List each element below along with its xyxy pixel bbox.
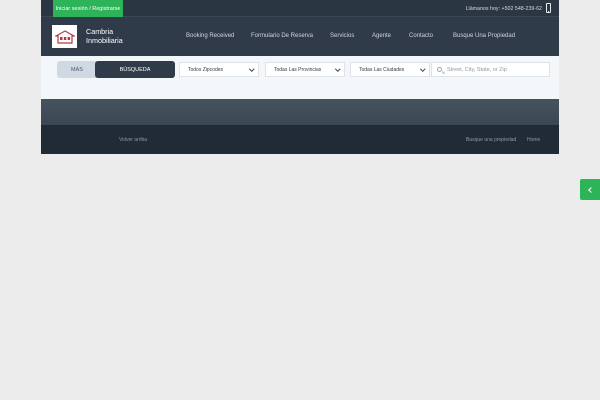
province-select[interactable]: Todas Las Provincias <box>265 62 345 77</box>
property-search-bar: MÁS BÚSQUEDA Todos Zipcodes Todas Las Pr… <box>41 56 559 99</box>
zipcode-select-value: Todos Zipcodes <box>188 66 224 73</box>
hero-band <box>41 99 559 125</box>
nav-busque-una-propiedad[interactable]: Busque Una Propiedad <box>453 33 515 39</box>
more-options-button[interactable]: MÁS <box>57 61 97 78</box>
main-header: Cambria Inmobiliaria Booking Received Fo… <box>41 18 559 56</box>
footer-link-home[interactable]: Home <box>527 137 540 143</box>
site-container: Iniciar sesión / Registrarse Llámanos ho… <box>41 0 559 154</box>
location-search-input[interactable] <box>447 64 547 75</box>
nav-formulario-de-reserva[interactable]: Formulario De Reserva <box>251 33 313 39</box>
phone-number: Llámanos hoy: +502 548-239-62 <box>465 5 542 12</box>
chevron-down-icon <box>248 65 254 71</box>
chevron-down-icon <box>419 65 425 71</box>
location-search-field[interactable] <box>431 62 550 77</box>
nav-contacto[interactable]: Contacto <box>409 33 433 39</box>
search-icon <box>437 66 442 72</box>
top-bar: Iniciar sesión / Registrarse Llámanos ho… <box>41 0 559 17</box>
back-to-top-link[interactable]: Volver arriba <box>119 137 147 143</box>
nav-servicios[interactable]: Servicios <box>330 33 354 39</box>
city-select-value: Todas Las Ciudades <box>359 66 405 73</box>
province-select-value: Todas Las Provincias <box>274 66 322 73</box>
footer: Volver arriba Busque una propiedad Home <box>41 125 559 154</box>
side-panel-toggle[interactable] <box>580 179 600 200</box>
chevron-down-icon <box>334 65 340 71</box>
footer-link-busque-propiedad[interactable]: Busque una propiedad <box>466 137 516 143</box>
nav-agente[interactable]: Agente <box>372 33 391 39</box>
city-select[interactable]: Todas Las Ciudades <box>350 62 430 77</box>
nav-booking-received[interactable]: Booking Received <box>186 33 234 39</box>
login-register-button[interactable]: Iniciar sesión / Registrarse <box>53 0 123 17</box>
zipcode-select[interactable]: Todos Zipcodes <box>179 62 259 77</box>
search-button[interactable]: BÚSQUEDA <box>95 61 175 78</box>
mobile-phone-icon <box>546 3 551 13</box>
chevron-left-icon <box>588 186 594 193</box>
main-nav: Booking Received Formulario De Reserva S… <box>41 18 559 56</box>
